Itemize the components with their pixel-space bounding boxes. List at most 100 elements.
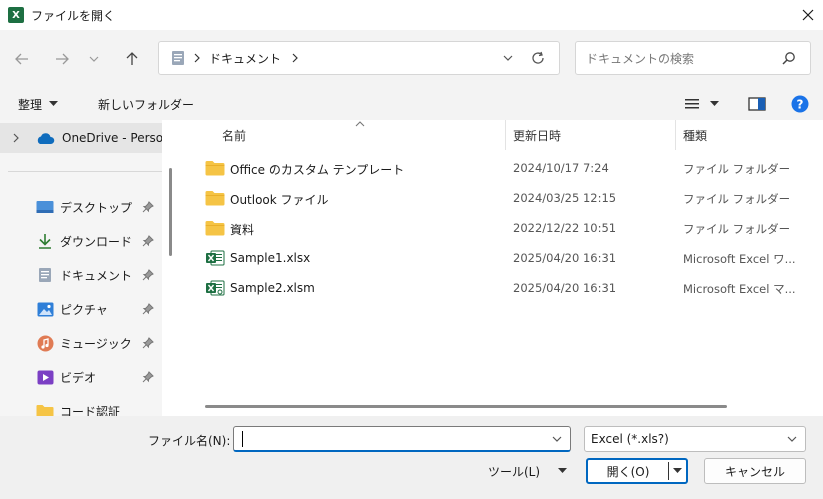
document-icon [36,266,54,284]
file-row-sample1[interactable]: Sample1.xlsx 2025/04/20 16:31 Microsoft … [185,243,823,273]
sidebar-item-code-auth[interactable]: コード認証 [0,396,162,416]
file-list-horizontal-scrollbar[interactable] [205,405,727,408]
file-date: 2024/10/17 7:24 [513,161,609,175]
preview-pane-button[interactable] [748,88,766,120]
pin-icon[interactable] [142,337,154,349]
file-type: ファイル フォルダー [683,192,791,206]
file-type: ファイル フォルダー [683,222,791,236]
recent-locations-button[interactable] [84,46,104,72]
sidebar-item-pictures[interactable]: ピクチャ [0,294,162,324]
chevron-down-icon [787,436,797,442]
file-date: 2022/12/22 10:51 [513,221,617,235]
sidebar-item-downloads[interactable]: ダウンロード [0,226,162,256]
sidebar-item-onedrive[interactable]: OneDrive - Perso [0,123,162,153]
help-icon: ? [791,95,809,113]
navigation-pane: OneDrive - Perso デスクトップ ダウンロード ドキュメント ピク… [0,120,162,416]
arrow-left-icon [15,53,28,65]
sidebar-item-label: ビデオ [60,370,97,385]
close-button[interactable] [793,0,823,30]
sidebar-item-music[interactable]: ミュージック [0,328,162,358]
caret-down-icon [558,468,568,473]
forward-button[interactable] [48,46,76,72]
filename-label: ファイル名(N): [148,434,231,448]
file-date: 2025/04/20 16:31 [513,251,617,265]
organize-button[interactable]: 整理 [18,88,59,120]
file-type-filter[interactable]: Excel (*.xls?) [584,426,806,452]
pictures-icon [36,300,54,318]
view-options-button[interactable] [684,88,719,120]
folder-icon [205,221,225,236]
file-row-materials[interactable]: 資料 2022/12/22 10:51 ファイル フォルダー [185,213,823,243]
sidebar-item-desktop[interactable]: デスクトップ [0,192,162,222]
sidebar-item-label: ミュージック [60,336,132,351]
new-folder-label: 新しいフォルダー [98,97,195,112]
file-name: Outlook ファイル [230,193,329,207]
arrow-up-icon [126,52,138,65]
file-row-outlook-files[interactable]: Outlook ファイル 2024/03/25 12:15 ファイル フォルダー [185,183,823,213]
file-type: ファイル フォルダー [683,162,791,176]
file-date: 2024/03/25 12:15 [513,191,617,205]
music-icon [36,334,54,352]
open-button[interactable]: 開く(O) [586,458,688,484]
file-type: Microsoft Excel マ... [683,282,796,296]
search-input[interactable]: ドキュメントの検索 [586,50,782,67]
caret-down-icon[interactable] [673,468,682,474]
excel-macro-file-icon [206,280,225,296]
pin-icon[interactable] [142,269,154,281]
column-separator[interactable] [505,120,506,150]
content-area: OneDrive - Perso デスクトップ ダウンロード ドキュメント ピク… [0,120,823,416]
file-name: 資料 [230,223,255,237]
folder-icon [205,161,225,176]
sidebar-item-documents[interactable]: ドキュメント [0,260,162,290]
sidebar-item-label: ダウンロード [60,234,133,249]
file-name: Sample1.xlsx [230,251,311,265]
command-toolbar: 整理 新しいフォルダー ? [0,88,823,120]
document-location-icon [172,51,184,65]
organize-label: 整理 [18,97,43,112]
column-separator[interactable] [675,120,676,150]
up-button[interactable] [118,46,146,72]
column-header-name[interactable]: 名前 [222,120,246,150]
chevron-right-icon [194,53,200,63]
pin-icon[interactable] [142,235,154,247]
chevron-right-icon[interactable] [12,133,20,143]
close-icon [802,9,814,21]
breadcrumb-item-documents[interactable]: ドキュメント [209,50,281,67]
preview-pane-icon [748,97,766,111]
file-date: 2025/04/20 16:31 [513,281,617,295]
download-icon [36,232,54,250]
sidebar-item-label: ピクチャ [60,302,108,317]
address-bar[interactable]: ドキュメント [158,41,560,75]
chevron-down-icon[interactable] [503,53,513,63]
cancel-label: キャンセル [724,464,785,479]
pin-icon[interactable] [142,201,154,213]
file-type: Microsoft Excel ワ... [683,252,796,266]
back-button[interactable] [8,46,36,72]
filename-input[interactable] [233,426,571,452]
column-header-type[interactable]: 種類 [683,120,707,150]
column-header-label: 種類 [683,128,708,143]
sidebar-scrollbar[interactable] [169,168,172,256]
file-row-sample2[interactable]: Sample2.xlsm 2025/04/20 16:31 Microsoft … [185,273,823,303]
folder-icon [205,191,225,206]
chevron-right-icon [292,53,298,63]
desktop-icon [36,198,54,216]
file-row-office-templates[interactable]: Office のカスタム テンプレート 2024/10/17 7:24 ファイル… [185,153,823,183]
arrow-right-icon [56,53,69,65]
chevron-down-icon [89,56,99,62]
column-header-date[interactable]: 更新日時 [513,120,561,150]
sidebar-item-label: ドキュメント [60,268,133,283]
pin-icon[interactable] [142,303,154,315]
sidebar-item-videos[interactable]: ビデオ [0,362,162,392]
sidebar-item-label: コード認証 [60,404,121,417]
svg-text:?: ? [797,98,804,112]
cancel-button[interactable]: キャンセル [704,458,806,484]
new-folder-button[interactable]: 新しいフォルダー [98,88,194,120]
search-box[interactable]: ドキュメントの検索 [575,41,811,75]
pin-icon[interactable] [142,371,154,383]
open-label: 開く(O) [606,464,650,479]
chevron-down-icon[interactable] [552,434,562,444]
tools-button[interactable]: ツール(L) [488,458,568,484]
help-button[interactable]: ? [791,88,809,120]
refresh-icon[interactable] [531,51,545,65]
